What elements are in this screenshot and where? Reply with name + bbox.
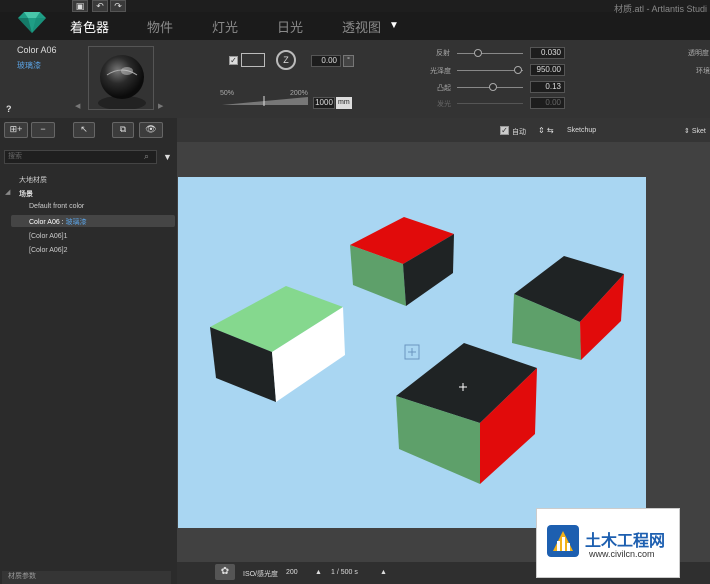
tree-item-label: Color A06 : xyxy=(29,219,66,226)
environment-label: 环境 xyxy=(696,68,710,75)
reflection-value[interactable]: 0.030 xyxy=(530,47,565,59)
filter-dropdown-icon[interactable]: ▼ xyxy=(163,152,172,162)
visibility-button[interactable]: 👁 xyxy=(139,122,163,138)
scale-slider[interactable] xyxy=(222,96,310,106)
tab-perspective[interactable]: 透视图 xyxy=(342,17,381,36)
save-icon[interactable]: ▣ xyxy=(72,0,88,12)
redo-icon[interactable]: ↷ xyxy=(110,0,126,12)
tab-objects[interactable]: 物件 xyxy=(147,17,173,36)
artlantis-logo-icon xyxy=(18,12,46,33)
watermark-logo: 土木工程网 www.civilcn.com xyxy=(536,508,680,578)
prev-material-icon[interactable]: ◀ xyxy=(75,102,80,110)
angle-value[interactable]: 0.00 xyxy=(311,55,341,67)
render-settings-icon[interactable]: ✿ xyxy=(215,564,235,580)
undo-icon[interactable]: ↶ xyxy=(92,0,108,12)
preview-sphere-icon xyxy=(89,47,153,109)
help-button[interactable]: ? xyxy=(6,104,12,114)
reflection-slider[interactable] xyxy=(457,53,523,54)
iso-value[interactable]: 200 xyxy=(286,569,298,576)
tab-shaders[interactable]: 着色器 xyxy=(70,17,109,36)
source-label-right[interactable]: ⇕ Sket xyxy=(684,127,706,135)
tab-lights[interactable]: 灯光 xyxy=(212,17,238,36)
transparency-label: 透明度 xyxy=(688,50,709,57)
duplicate-button[interactable]: ⧉ xyxy=(112,122,134,138)
search-icon[interactable]: ⌕ xyxy=(144,151,149,162)
color-checkbox[interactable]: ✓ xyxy=(229,56,238,65)
tree-scene[interactable]: 场景 xyxy=(19,189,33,199)
shutter-value[interactable]: 1 / 500 s xyxy=(331,569,358,576)
gloss-slider-knob[interactable] xyxy=(514,66,522,74)
material-type[interactable]: 玻璃漆 xyxy=(17,60,41,71)
window-title: 材质.atl - Artlantis Studi xyxy=(614,4,708,14)
color-swatch[interactable] xyxy=(241,53,265,67)
source-label[interactable]: Sketchup xyxy=(567,127,596,134)
size-unit[interactable]: mm xyxy=(336,97,352,109)
render-canvas[interactable] xyxy=(178,177,646,528)
civilcn-logo-icon xyxy=(547,525,579,557)
tree-item-selected[interactable]: Color A06 : 玻璃漆 xyxy=(29,217,87,227)
angle-unit-button[interactable]: ° xyxy=(343,55,354,67)
tab-sun[interactable]: 日光 xyxy=(277,17,303,36)
emission-value: 0.00 xyxy=(530,97,565,109)
watermark-url: www.civilcn.com xyxy=(589,549,655,559)
tree-item[interactable]: [Color A06]1 xyxy=(29,233,68,240)
tree-item[interactable]: [Color A06]2 xyxy=(29,247,68,254)
bump-slider-knob[interactable] xyxy=(489,83,497,91)
reflection-label: 反射 xyxy=(436,50,450,57)
iso-up-icon[interactable]: ▲ xyxy=(315,569,322,576)
material-name: Color A06 xyxy=(17,45,57,55)
emission-slider xyxy=(457,103,523,104)
auto-label: 自动 xyxy=(512,129,526,136)
search-input[interactable]: 搜索 xyxy=(4,150,157,164)
timer-icon[interactable]: Z xyxy=(276,50,296,70)
tree-item-type: 玻璃漆 xyxy=(65,219,87,226)
bump-value[interactable]: 0.13 xyxy=(530,81,565,93)
auto-checkbox[interactable]: ✓ xyxy=(500,126,509,135)
material-preview xyxy=(88,46,154,110)
source-label-right-text: Sket xyxy=(691,128,706,135)
remove-material-button[interactable]: − xyxy=(31,122,55,138)
size-value[interactable]: 1000 xyxy=(313,97,335,109)
sync-icon[interactable]: ⇕ ⇆ xyxy=(538,126,554,135)
reflection-slider-knob[interactable] xyxy=(474,49,482,57)
emission-label: 发光 xyxy=(437,101,451,108)
gloss-value[interactable]: 950.00 xyxy=(530,64,565,76)
tree-root[interactable]: 大地材质 xyxy=(19,175,47,185)
next-material-icon[interactable]: ▶ xyxy=(158,102,163,110)
material-params-footer[interactable]: 材质参数 xyxy=(2,571,171,584)
add-material-button[interactable]: ⊞+ xyxy=(4,122,28,138)
viewport-toolbar xyxy=(177,118,710,142)
iso-label: ISO/感光度 xyxy=(243,571,279,578)
tree-item[interactable]: Default front color xyxy=(29,203,84,210)
material-list-panel xyxy=(0,118,177,584)
watermark-title: 土木工程网 xyxy=(585,533,666,550)
shutter-up-icon[interactable]: ▲ xyxy=(380,569,387,576)
perspective-dropdown-icon[interactable]: ▼ xyxy=(389,20,399,31)
pointer-tool-button[interactable]: ↖ xyxy=(73,122,95,138)
gloss-label: 光泽度 xyxy=(430,68,451,75)
bump-label: 凸起 xyxy=(437,85,451,92)
chevron-down-icon[interactable]: ◢ xyxy=(5,188,10,196)
